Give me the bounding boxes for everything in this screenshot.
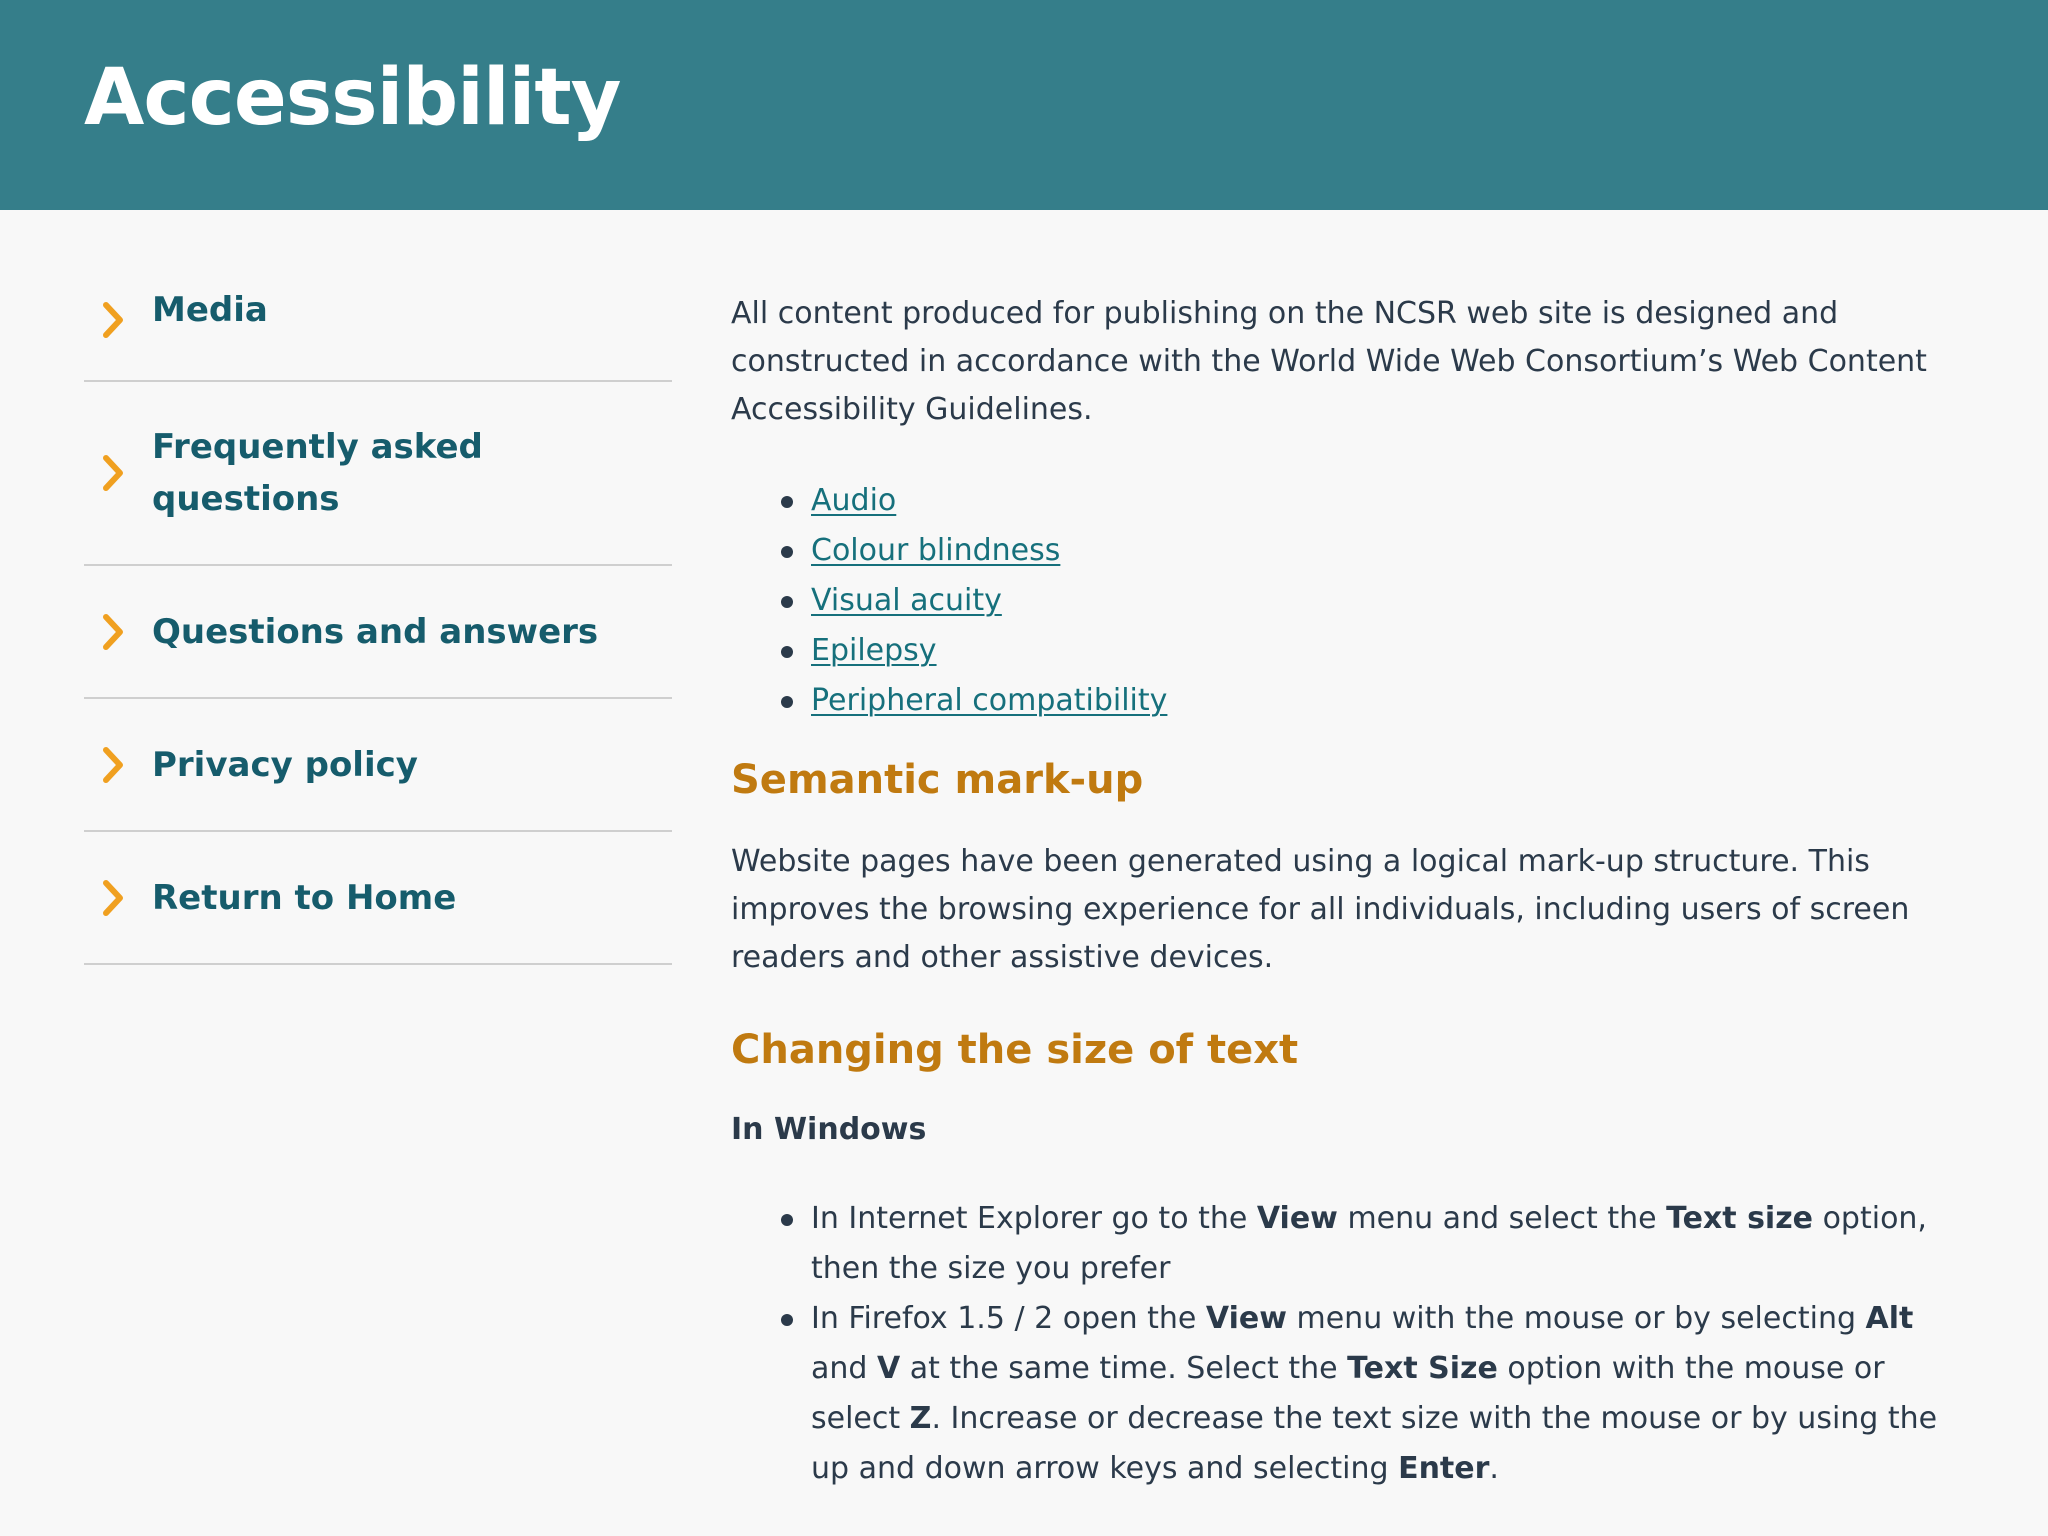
sidebar-item-label: Frequently asked questions (152, 427, 483, 519)
text: In Firefox 1.5 / 2 open the (811, 1301, 1206, 1336)
section-heading-text-size: Changing the size of text (731, 1027, 1299, 1073)
sidebar-nav: Media Frequently asked questions Questio… (84, 260, 672, 965)
accessibility-links: Audio Colour blindness Visual acuity Epi… (731, 476, 1971, 726)
sidebar-item-label: Media (152, 290, 268, 330)
chevron-right-icon (98, 300, 128, 340)
list-item-firefox: In Firefox 1.5 / 2 open the View menu wi… (781, 1294, 1971, 1494)
bold-text: Text Size (1347, 1351, 1498, 1386)
intro-paragraph: All content produced for publishing on t… (731, 296, 1927, 427)
section-heading-semantic: Semantic mark-up (731, 757, 1144, 803)
link-visual-acuity[interactable]: Visual acuity (811, 583, 1002, 618)
page-header: Accessibility (0, 0, 2048, 210)
list-item: Audio (781, 476, 1971, 526)
text: . (1489, 1451, 1499, 1486)
sidebar-item-label: Privacy policy (152, 744, 418, 785)
link-peripheral-compatibility[interactable]: Peripheral compatibility (811, 683, 1167, 718)
text: and (811, 1351, 877, 1386)
subheading-windows: In Windows (731, 1112, 927, 1147)
list-item: Visual acuity (781, 576, 1971, 626)
chevron-right-icon (98, 878, 128, 918)
link-epilepsy[interactable]: Epilepsy (811, 633, 937, 668)
list-item: Epilepsy (781, 626, 1971, 676)
bold-text: Alt (1865, 1301, 1914, 1336)
chevron-right-icon (98, 612, 128, 652)
main-content: All content produced for publishing on t… (731, 290, 1971, 1494)
chevron-right-icon (98, 745, 128, 785)
sidebar-item-media[interactable]: Media (84, 260, 672, 382)
text: . Increase or decrease the text size wit… (811, 1401, 1938, 1486)
sidebar-item-label: Questions and answers (152, 611, 599, 652)
text: menu with the mouse or by selecting (1286, 1301, 1866, 1336)
bold-text: Enter (1398, 1451, 1490, 1486)
link-colour-blindness[interactable]: Colour blindness (811, 533, 1060, 568)
text: In Internet Explorer go to the (811, 1201, 1257, 1236)
page-title: Accessibility (84, 53, 622, 143)
chevron-right-icon (98, 453, 128, 493)
list-item: Colour blindness (781, 526, 1971, 576)
list-item: Peripheral compatibility (781, 676, 1971, 726)
text: menu and select the (1337, 1201, 1667, 1236)
sidebar-item-questions-answers[interactable]: Questions and answers (84, 566, 672, 699)
bold-text: View (1205, 1301, 1287, 1336)
semantic-paragraph: Website pages have been generated using … (731, 844, 1910, 975)
list-item-ie: In Internet Explorer go to the View menu… (781, 1194, 1971, 1294)
bold-text: Text size (1666, 1201, 1814, 1236)
sidebar-item-faq[interactable]: Frequently asked questions (84, 382, 672, 566)
bold-text: View (1256, 1201, 1338, 1236)
text: at the same time. Select the (900, 1351, 1348, 1386)
link-audio[interactable]: Audio (811, 483, 896, 518)
sidebar-item-label: Return to Home (152, 877, 457, 918)
sidebar-item-privacy-policy[interactable]: Privacy policy (84, 699, 672, 832)
instructions-list: In Internet Explorer go to the View menu… (731, 1194, 1971, 1494)
bold-text: Z (909, 1401, 932, 1436)
sidebar-item-return-home[interactable]: Return to Home (84, 832, 672, 965)
bold-text: V (876, 1351, 901, 1386)
